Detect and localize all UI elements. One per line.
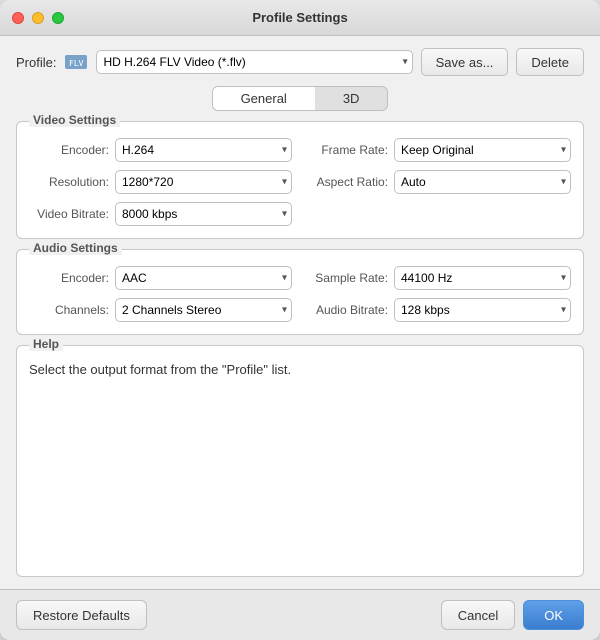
audio-encoder-select[interactable]: AAC MP3 AC3	[115, 266, 292, 290]
video-bitrate-label: Video Bitrate:	[29, 207, 109, 221]
minimize-button[interactable]	[32, 12, 44, 24]
tab-3d[interactable]: 3D	[315, 87, 388, 110]
channels-select-wrapper[interactable]: 2 Channels Stereo 1 Channel Mono	[115, 298, 292, 322]
profile-select-wrapper[interactable]: HD H.264 FLV Video (*.flv)	[96, 50, 412, 74]
cancel-button[interactable]: Cancel	[441, 600, 515, 630]
window-title: Profile Settings	[252, 10, 347, 25]
ok-button[interactable]: OK	[523, 600, 584, 630]
audio-encoder-field-row: Encoder: AAC MP3 AC3	[29, 266, 292, 290]
resolution-select[interactable]: 1280*720 1920*1080 640*480	[115, 170, 292, 194]
audio-encoder-select-wrapper[interactable]: AAC MP3 AC3	[115, 266, 292, 290]
audio-bitrate-select[interactable]: 128 kbps 64 kbps 32 kbps	[394, 298, 571, 322]
save-as-button[interactable]: Save as...	[421, 48, 509, 76]
channels-select[interactable]: 2 Channels Stereo 1 Channel Mono	[115, 298, 292, 322]
tab-general[interactable]: General	[213, 87, 315, 110]
svg-text:FLV: FLV	[69, 59, 84, 68]
restore-defaults-button[interactable]: Restore Defaults	[16, 600, 147, 630]
help-text: Select the output format from the "Profi…	[29, 362, 571, 377]
tab-group: General 3D	[212, 86, 389, 111]
encoder-select-wrapper[interactable]: H.264 H.265 MPEG-4	[115, 138, 292, 162]
audio-encoder-label: Encoder:	[29, 271, 109, 285]
close-button[interactable]	[12, 12, 24, 24]
sample-rate-select-wrapper[interactable]: 44100 Hz 22050 Hz 11025 Hz	[394, 266, 571, 290]
help-title: Help	[29, 337, 63, 351]
aspect-ratio-select-wrapper[interactable]: Auto 4:3 16:9	[394, 170, 571, 194]
audio-bitrate-field-row: Audio Bitrate: 128 kbps 64 kbps 32 kbps	[308, 298, 571, 322]
video-bitrate-select-wrapper[interactable]: 8000 kbps 4000 kbps 2000 kbps	[115, 202, 292, 226]
encoder-label: Encoder:	[29, 143, 109, 157]
encoder-field-row: Encoder: H.264 H.265 MPEG-4	[29, 138, 292, 162]
titlebar: Profile Settings	[0, 0, 600, 36]
video-settings-title: Video Settings	[29, 113, 120, 127]
sample-rate-field-row: Sample Rate: 44100 Hz 22050 Hz 11025 Hz	[308, 266, 571, 290]
video-bitrate-field-row: Video Bitrate: 8000 kbps 4000 kbps 2000 …	[29, 202, 292, 226]
audio-fields-grid: Encoder: AAC MP3 AC3 Sample Rate:	[29, 266, 571, 322]
help-section: Help Select the output format from the "…	[16, 345, 584, 577]
window: Profile Settings Profile: FLV HD H.264 F…	[0, 0, 600, 640]
resolution-select-wrapper[interactable]: 1280*720 1920*1080 640*480	[115, 170, 292, 194]
audio-settings-section: Audio Settings Encoder: AAC MP3 AC3	[16, 249, 584, 335]
resolution-field-row: Resolution: 1280*720 1920*1080 640*480	[29, 170, 292, 194]
maximize-button[interactable]	[52, 12, 64, 24]
profile-format-icon: FLV	[64, 50, 88, 74]
audio-bitrate-select-wrapper[interactable]: 128 kbps 64 kbps 32 kbps	[394, 298, 571, 322]
profile-row: Profile: FLV HD H.264 FLV Video (*.flv) …	[16, 48, 584, 76]
audio-settings-title: Audio Settings	[29, 241, 122, 255]
channels-field-row: Channels: 2 Channels Stereo 1 Channel Mo…	[29, 298, 292, 322]
profile-select[interactable]: HD H.264 FLV Video (*.flv)	[96, 50, 412, 74]
video-encoder-select[interactable]: H.264 H.265 MPEG-4	[115, 138, 292, 162]
bottom-right-buttons: Cancel OK	[441, 600, 584, 630]
aspect-ratio-label: Aspect Ratio:	[308, 175, 388, 189]
frame-rate-label: Frame Rate:	[308, 143, 388, 157]
channels-label: Channels:	[29, 303, 109, 317]
sample-rate-select[interactable]: 44100 Hz 22050 Hz 11025 Hz	[394, 266, 571, 290]
video-settings-section: Video Settings Encoder: H.264 H.265 MPEG…	[16, 121, 584, 239]
video-fields-grid: Encoder: H.264 H.265 MPEG-4 Frame Rate:	[29, 138, 571, 226]
tabs-row: General 3D	[16, 86, 584, 111]
delete-button[interactable]: Delete	[516, 48, 584, 76]
frame-rate-select[interactable]: Keep Original 24 fps 25 fps 30 fps	[394, 138, 571, 162]
sample-rate-label: Sample Rate:	[308, 271, 388, 285]
bottom-bar: Restore Defaults Cancel OK	[0, 589, 600, 640]
frame-rate-select-wrapper[interactable]: Keep Original 24 fps 25 fps 30 fps	[394, 138, 571, 162]
main-content: Profile: FLV HD H.264 FLV Video (*.flv) …	[0, 36, 600, 589]
resolution-label: Resolution:	[29, 175, 109, 189]
video-bitrate-select[interactable]: 8000 kbps 4000 kbps 2000 kbps	[115, 202, 292, 226]
audio-bitrate-label: Audio Bitrate:	[308, 303, 388, 317]
aspect-ratio-field-row: Aspect Ratio: Auto 4:3 16:9	[308, 170, 571, 194]
aspect-ratio-select[interactable]: Auto 4:3 16:9	[394, 170, 571, 194]
frame-rate-field-row: Frame Rate: Keep Original 24 fps 25 fps …	[308, 138, 571, 162]
profile-label: Profile:	[16, 55, 56, 70]
window-controls	[12, 12, 64, 24]
